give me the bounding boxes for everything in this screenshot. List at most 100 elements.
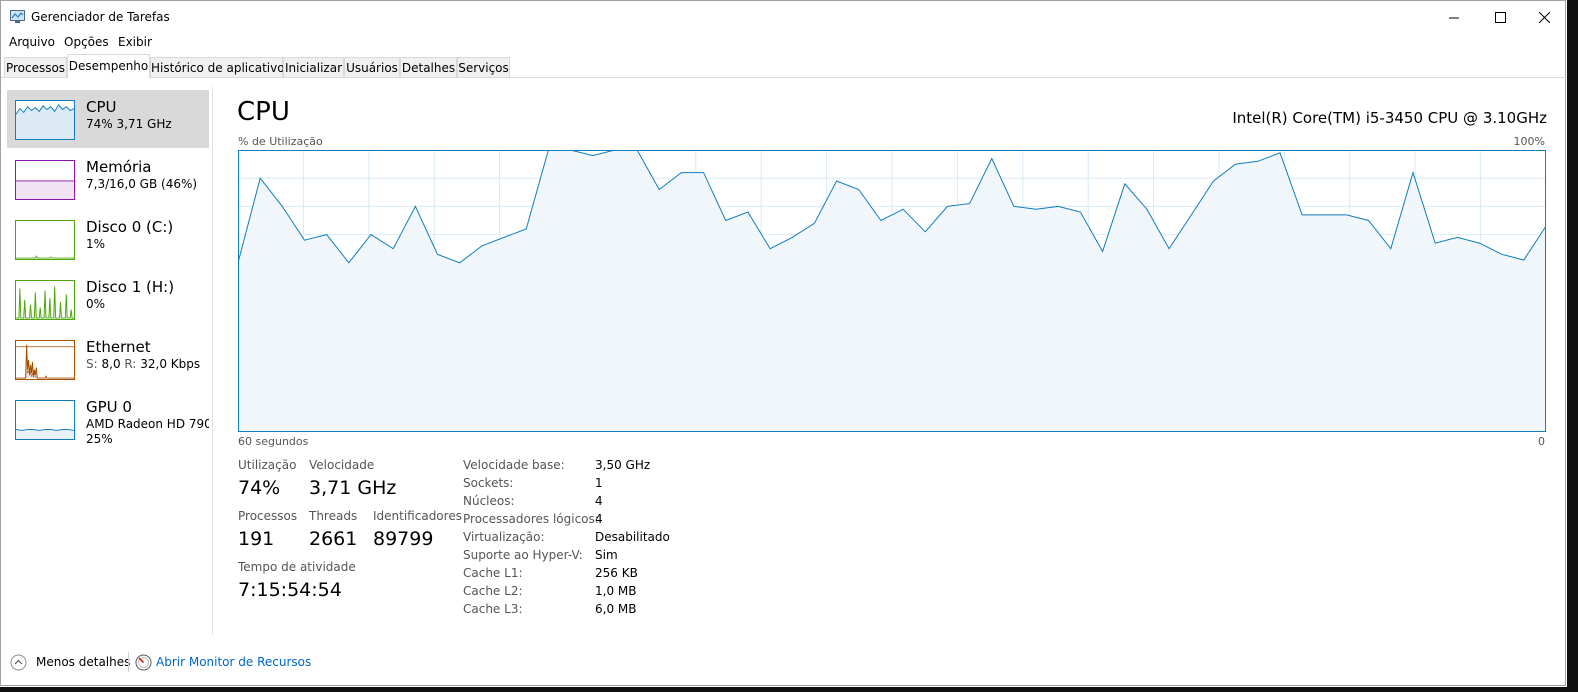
task-manager-icon bbox=[10, 10, 25, 23]
spec-key: Cache L1: bbox=[463, 566, 523, 580]
maximize-button[interactable] bbox=[1477, 1, 1523, 33]
footer-divider bbox=[128, 652, 129, 672]
tab-detalhes[interactable]: Detalhes bbox=[400, 57, 457, 77]
spec-key: Cache L2: bbox=[463, 584, 523, 598]
menu-exibir[interactable]: Exibir bbox=[118, 35, 152, 49]
sidebar-item-gpu[interactable]: GPU 0 AMD Radeon HD 7900 S 25% bbox=[7, 390, 209, 448]
sidebar-item-value: 1% bbox=[86, 237, 106, 251]
uptime-label: Tempo de atividade bbox=[238, 560, 356, 574]
spec-value: 1,0 MB bbox=[595, 584, 637, 598]
sidebar-item-label: Ethernet bbox=[86, 338, 151, 356]
tab-historico[interactable]: Histórico de aplicativos bbox=[150, 57, 291, 77]
window-title: Gerenciador de Tarefas bbox=[31, 10, 170, 24]
resource-sidebar: CPU 74% 3,71 GHz Memória 7,3/16,0 GB (46… bbox=[1, 87, 213, 637]
sidebar-item-value: S: 8,0 R: 32,0 Kbps bbox=[86, 357, 200, 372]
sidebar-item-label: Memória bbox=[86, 158, 152, 176]
ethernet-thumbnail-graph bbox=[15, 340, 75, 380]
spec-key: Cache L3: bbox=[463, 602, 523, 616]
gpu-thumbnail-graph bbox=[15, 400, 75, 440]
ethernet-receive-value: 32,0 Kbps bbox=[140, 357, 201, 371]
spec-value: 3,50 GHz bbox=[595, 458, 651, 472]
spec-value: 4 bbox=[595, 512, 603, 526]
spec-key: Processadores lógicos: bbox=[463, 512, 599, 526]
close-icon bbox=[1538, 11, 1550, 23]
sidebar-item-label: Disco 1 (H:) bbox=[86, 278, 175, 296]
sidebar-item-value: 7,3/16,0 GB (46%) bbox=[86, 177, 198, 191]
cpu-thumbnail-graph bbox=[15, 100, 75, 140]
sidebar-divider bbox=[212, 87, 213, 635]
menu-opcoes[interactable]: Opções bbox=[64, 35, 109, 49]
ethernet-receive-label: R: bbox=[124, 357, 137, 371]
tab-divider bbox=[1, 77, 1567, 78]
sidebar-item-label: GPU 0 bbox=[86, 398, 132, 416]
gpu-usage: 25% bbox=[86, 432, 113, 446]
graph-bottom-right-label: 0 bbox=[1538, 435, 1545, 448]
tab-processos[interactable]: Processos bbox=[4, 57, 67, 77]
tab-desempenho[interactable]: Desempenho bbox=[67, 54, 150, 78]
utilization-value: 74% bbox=[238, 477, 281, 499]
speed-label: Velocidade bbox=[309, 458, 375, 472]
resource-monitor-link[interactable]: Abrir Monitor de Recursos bbox=[156, 655, 311, 669]
cpu-utilization-graph bbox=[238, 150, 1546, 432]
page-title: CPU bbox=[237, 97, 290, 127]
processes-label: Processos bbox=[238, 509, 298, 523]
spec-key: Sockets: bbox=[463, 476, 514, 490]
uptime-value: 7:15:54:54 bbox=[238, 579, 342, 601]
graph-top-right-label: 100% bbox=[1513, 135, 1545, 148]
sidebar-item-memoria[interactable]: Memória 7,3/16,0 GB (46%) bbox=[7, 150, 209, 208]
disk0-thumbnail-graph bbox=[15, 220, 75, 260]
spec-key: Núcleos: bbox=[463, 494, 515, 508]
sidebar-item-value: 0% bbox=[86, 297, 106, 311]
tab-usuarios[interactable]: Usuários bbox=[344, 57, 400, 77]
ethernet-send-label: S: bbox=[86, 357, 98, 371]
graph-bottom-left-label: 60 segundos bbox=[238, 435, 309, 448]
sidebar-item-value: AMD Radeon HD 7900 S 25% bbox=[86, 417, 209, 447]
cpu-model: Intel(R) Core(TM) i5-3450 CPU @ 3.10GHz bbox=[1232, 109, 1547, 127]
task-manager-window: Gerenciador de Tarefas Arquivo Opções Ex… bbox=[0, 0, 1567, 686]
title-bar: Gerenciador de Tarefas bbox=[1, 1, 1565, 33]
resource-monitor-icon bbox=[135, 654, 152, 671]
tab-inicializar[interactable]: Inicializar bbox=[283, 57, 344, 77]
spec-key: Virtualização: bbox=[463, 530, 545, 544]
minimize-icon bbox=[1448, 17, 1459, 18]
desktop-background bbox=[1567, 0, 1578, 692]
minimize-button[interactable] bbox=[1431, 1, 1477, 33]
menu-arquivo[interactable]: Arquivo bbox=[9, 35, 55, 49]
utilization-label: Utilização bbox=[238, 458, 297, 472]
memory-thumbnail-graph bbox=[15, 160, 75, 200]
sidebar-item-ethernet[interactable]: Ethernet S: 8,0 R: 32,0 Kbps bbox=[7, 330, 209, 388]
processes-value: 191 bbox=[238, 528, 275, 550]
graph-top-left-label: % de Utilização bbox=[238, 135, 323, 148]
footer-bar: Menos detalhes Abrir Monitor de Recursos bbox=[1, 649, 1565, 677]
maximize-icon bbox=[1494, 11, 1506, 23]
spec-key: Velocidade base: bbox=[463, 458, 565, 472]
speed-value: 3,71 GHz bbox=[309, 477, 397, 499]
sidebar-item-label: CPU bbox=[86, 98, 117, 116]
sidebar-item-disco-0[interactable]: Disco 0 (C:) 1% bbox=[7, 210, 209, 268]
gpu-model: AMD Radeon HD 7900 S bbox=[86, 417, 209, 431]
sidebar-item-label: Disco 0 (C:) bbox=[86, 218, 174, 236]
spec-key: Suporte ao Hyper-V: bbox=[463, 548, 583, 562]
desktop-background-bottom bbox=[0, 687, 1578, 692]
threads-value: 2661 bbox=[309, 528, 358, 550]
spec-value: 4 bbox=[595, 494, 603, 508]
less-details-button[interactable]: Menos detalhes bbox=[36, 655, 130, 669]
chevron-up-circle-icon[interactable] bbox=[10, 654, 27, 671]
tab-servicos[interactable]: Serviços bbox=[457, 57, 510, 77]
spec-value: Desabilitado bbox=[595, 530, 670, 544]
tab-strip: Processos Desempenho Histórico de aplica… bbox=[1, 54, 1565, 78]
spec-value: 6,0 MB bbox=[595, 602, 637, 616]
threads-label: Threads bbox=[309, 509, 358, 523]
ethernet-send-value: 8,0 bbox=[101, 357, 121, 371]
spec-value: 256 KB bbox=[595, 566, 638, 580]
disk1-thumbnail-graph bbox=[15, 280, 75, 320]
handles-value: 89799 bbox=[373, 528, 434, 550]
sidebar-item-value: 74% 3,71 GHz bbox=[86, 117, 172, 131]
close-button[interactable] bbox=[1521, 1, 1567, 33]
sidebar-item-disco-1[interactable]: Disco 1 (H:) 0% bbox=[7, 270, 209, 328]
performance-panel: CPU Intel(R) Core(TM) i5-3450 CPU @ 3.10… bbox=[237, 87, 1547, 647]
spec-value: Sim bbox=[595, 548, 618, 562]
spec-value: 1 bbox=[595, 476, 603, 490]
handles-label: Identificadores bbox=[373, 509, 462, 523]
sidebar-item-cpu[interactable]: CPU 74% 3,71 GHz bbox=[7, 90, 209, 148]
